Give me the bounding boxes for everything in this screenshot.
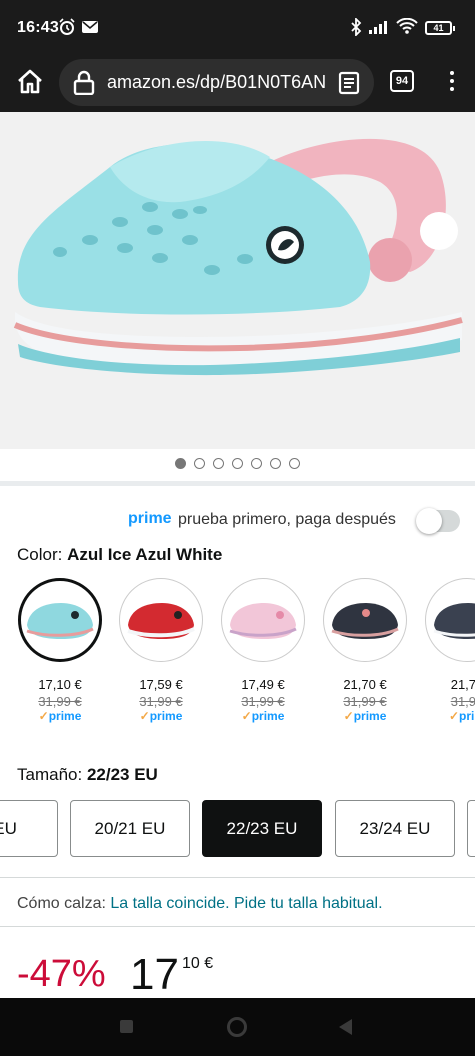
size-label: Tamaño: xyxy=(17,765,83,784)
price-whole: 17 xyxy=(130,950,179,999)
gallery-dot[interactable] xyxy=(175,458,186,469)
prime-badge: ✓prime xyxy=(38,709,82,723)
status-time: 16:43 xyxy=(17,19,59,36)
product-image[interactable] xyxy=(0,112,475,449)
color-swatch-pink[interactable]: 17,49 € 31,99 € ✓prime xyxy=(220,578,306,723)
prime-badge: ✓prime xyxy=(241,709,285,723)
swatch-thumbnail[interactable] xyxy=(119,578,203,662)
section-divider xyxy=(0,877,475,878)
color-swatch-list: 17,10 € 31,99 € ✓prime 17,59 € 31,99 € ✓… xyxy=(0,578,475,738)
prime-badge: ✓prim xyxy=(448,709,475,723)
recent-apps-icon[interactable] xyxy=(120,1020,133,1033)
color-swatch-red[interactable]: 17,59 € 31,99 € ✓prime xyxy=(118,578,204,723)
url-text[interactable]: amazon.es/dp/B01N0T6AN xyxy=(107,72,325,93)
swatch-thumbnail[interactable] xyxy=(323,578,407,662)
size-option[interactable]: 0 EU xyxy=(0,800,58,857)
swatch-thumbnail[interactable] xyxy=(18,578,102,662)
signal-icon xyxy=(369,21,387,34)
address-bar[interactable]: amazon.es/dp/B01N0T6AN xyxy=(59,59,374,106)
lock-icon xyxy=(73,70,95,95)
clog-illustration xyxy=(13,138,463,376)
fit-info: Cómo calza: La talla coincide. Pide tu t… xyxy=(17,895,383,913)
reader-mode-icon[interactable] xyxy=(338,71,360,95)
gallery-dot[interactable] xyxy=(194,458,205,469)
fit-label: Cómo calza: xyxy=(17,895,106,912)
gallery-dot[interactable] xyxy=(213,458,224,469)
share-button[interactable] xyxy=(420,212,458,250)
battery-icon: 41 xyxy=(425,21,455,35)
size-option-selected[interactable]: 22/23 EU xyxy=(202,800,322,857)
prime-logo: prime xyxy=(128,510,172,527)
color-swatch-azul-ice[interactable]: 17,10 € 31,99 € ✓prime xyxy=(17,578,103,723)
back-icon[interactable] xyxy=(339,1019,352,1035)
bluetooth-icon xyxy=(351,18,362,36)
section-divider xyxy=(0,926,475,927)
swatch-list-price: 31,99 € xyxy=(343,694,387,709)
fit-link[interactable]: La talla coincide. Pide tu talla habitua… xyxy=(110,895,382,912)
swatch-list-price: 31,99 € xyxy=(38,694,82,709)
color-swatch-dark-grey[interactable]: 21,70 31,99 ✓prim xyxy=(424,578,475,723)
swatch-thumbnail[interactable] xyxy=(221,578,305,662)
alarm-icon xyxy=(59,18,75,35)
color-swatch-navy[interactable]: 21,70 € 31,99 € ✓prime xyxy=(322,578,408,723)
swatch-price: 17,10 € xyxy=(38,677,82,692)
home-icon[interactable] xyxy=(14,66,46,98)
size-option[interactable]: 23/24 EU xyxy=(335,800,455,857)
gallery-dot[interactable] xyxy=(289,458,300,469)
prime-badge: ✓prime xyxy=(139,709,183,723)
prime-try-before-buy: prime prueba primero, paga después xyxy=(0,506,475,536)
color-selection-label: Color: Azul Ice Azul White xyxy=(17,545,222,565)
size-option[interactable]: 20/21 EU xyxy=(70,800,190,857)
discount-percent: -47% xyxy=(17,953,106,995)
gallery-dot[interactable] xyxy=(270,458,281,469)
gallery-dot[interactable] xyxy=(251,458,262,469)
home-nav-icon[interactable] xyxy=(227,1017,247,1037)
browser-toolbar: amazon.es/dp/B01N0T6AN 94 xyxy=(0,56,475,112)
swatch-list-price: 31,99 xyxy=(450,694,475,709)
status-bar: 16:43 41 xyxy=(0,0,475,56)
swatch-price: 21,70 xyxy=(450,677,475,692)
swatch-price: 21,70 € xyxy=(343,677,387,692)
system-navigation-bar xyxy=(0,998,475,1056)
prime-badge: ✓prime xyxy=(343,709,387,723)
size-option[interactable] xyxy=(467,800,475,857)
gallery-pagination xyxy=(0,449,475,483)
message-icon xyxy=(82,21,98,33)
tab-switcher-button[interactable]: 94 xyxy=(390,70,414,92)
swatch-thumbnail[interactable] xyxy=(425,578,475,662)
color-label: Color: xyxy=(17,545,63,564)
wifi-icon xyxy=(396,18,418,34)
swatch-price: 17,59 € xyxy=(139,677,183,692)
gallery-dot[interactable] xyxy=(232,458,243,469)
swatch-price: 17,49 € xyxy=(241,677,285,692)
swatch-list-price: 31,99 € xyxy=(139,694,183,709)
overflow-menu-icon[interactable] xyxy=(445,68,459,98)
color-value: Azul Ice Azul White xyxy=(67,545,223,564)
size-selection-label: Tamaño: 22/23 EU xyxy=(17,765,158,785)
section-divider xyxy=(0,481,475,486)
size-value: 22/23 EU xyxy=(86,765,158,784)
price-cents: 10 € xyxy=(182,955,214,972)
prime-text: prueba primero, paga después xyxy=(178,511,396,528)
prime-toggle[interactable] xyxy=(416,508,460,534)
swatch-list-price: 31,99 € xyxy=(241,694,285,709)
size-options: 0 EU 20/21 EU 22/23 EU 23/24 EU xyxy=(0,800,475,858)
